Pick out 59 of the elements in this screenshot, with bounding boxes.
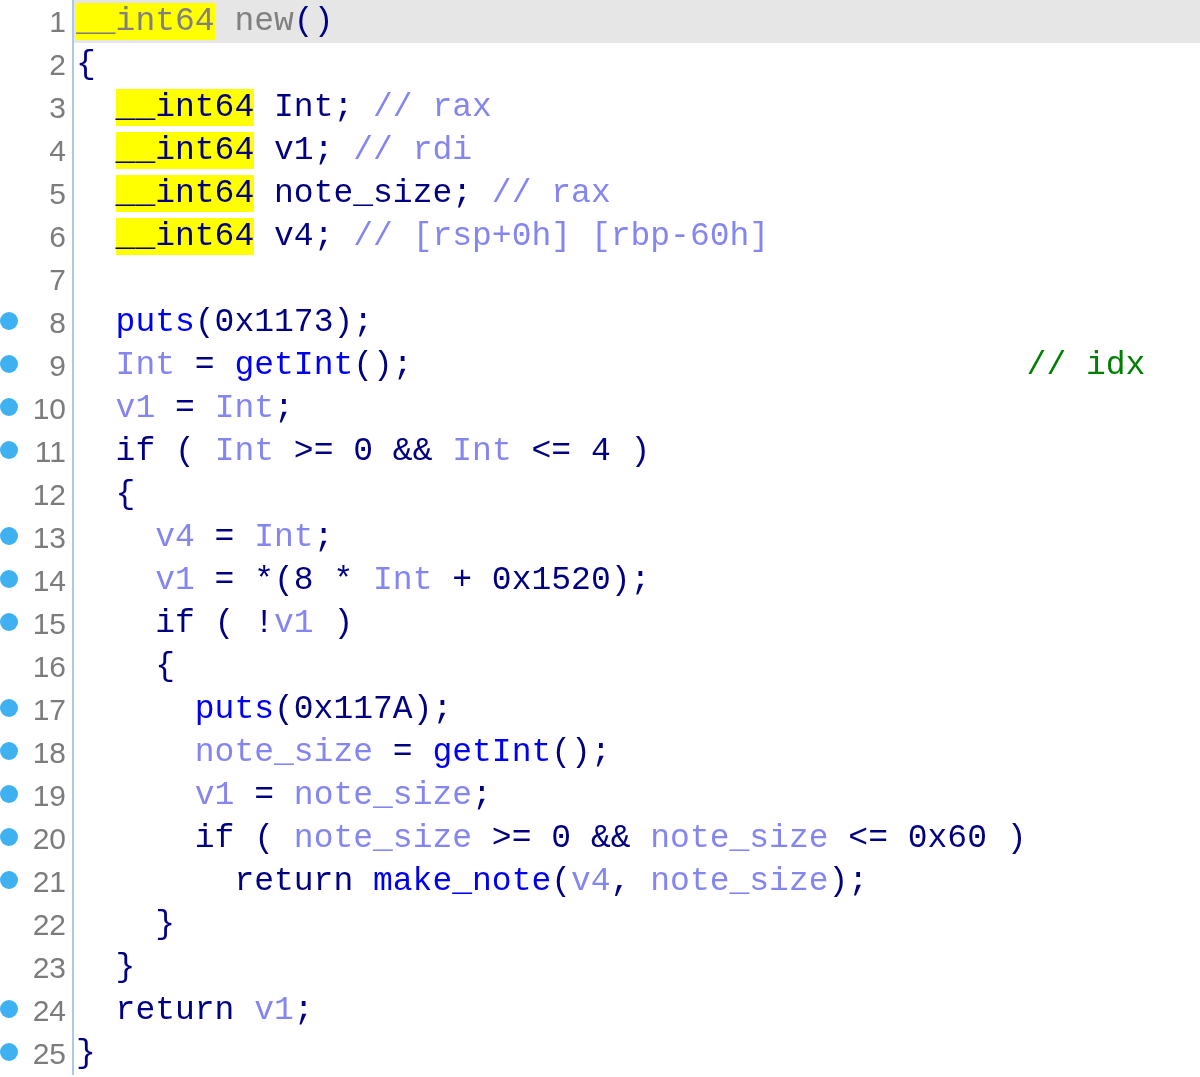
line-number: 6 [49,221,66,252]
code-line: { [155,646,175,687]
code-line: puts(0x117A); [194,689,453,730]
code-line: v1 = Int; [115,388,294,429]
breakpoint-icon[interactable] [0,570,18,588]
code-line: } [155,904,175,945]
code-line: if ( !v1 ) [155,603,354,644]
code-line: v1 = note_size; [194,775,492,816]
line-number: 17 [32,694,66,725]
line-number: 19 [32,780,66,811]
breakpoint-icon[interactable] [0,613,18,631]
line-number: 9 [49,350,66,381]
line-number: 5 [49,178,66,209]
breakpoint-icon[interactable] [0,441,18,459]
line-number: 15 [32,608,66,639]
line-number: 10 [32,393,66,424]
breakpoint-icon[interactable] [0,699,18,717]
code-line: } [115,947,136,988]
code-line: Int = getInt(); // idx [115,345,1146,386]
line-number: 16 [32,651,66,682]
breakpoint-icon[interactable] [0,828,18,846]
line-number: 13 [32,522,66,553]
code-line: return v1; [115,990,314,1031]
code-line: { [115,474,136,515]
breakpoint-icon[interactable] [0,785,18,803]
line-number: 4 [49,135,66,166]
line-number: 25 [32,1038,66,1069]
code-line: if ( note_size >= 0 && note_size <= 0x60 ) [194,818,1027,859]
line-number: 20 [32,823,66,854]
line-number: 14 [32,565,66,596]
breakpoint-icon[interactable] [0,871,18,889]
line-number: 3 [49,92,66,123]
breakpoint-icon[interactable] [0,742,18,760]
code-line: __int64 new() [76,1,334,42]
code-line: v1 = *(8 * Int + 0x1520); [155,560,651,601]
line-number: 11 [34,436,66,467]
line-number: 22 [32,909,66,940]
code-line: puts(0x1173); [115,302,374,343]
line-number: 18 [32,737,66,768]
code-line: if ( Int >= 0 && Int <= 4 ) [115,431,651,472]
line-number: 21 [32,866,66,897]
code-line: v4 = Int; [155,517,334,558]
line-number: 23 [32,952,66,983]
breakpoint-icon[interactable] [0,355,18,373]
breakpoint-icon[interactable] [0,1043,18,1061]
line-number: 1 [49,6,66,37]
breakpoint-icon[interactable] [0,527,18,545]
line-number: 12 [32,479,66,510]
line-number: 8 [49,307,66,338]
line-number: 2 [49,49,66,80]
code-line: { [76,44,96,85]
line-number: 7 [49,264,66,295]
breakpoint-icon[interactable] [0,1000,18,1018]
code-line: } [76,1033,96,1074]
breakpoint-icon[interactable] [0,398,18,416]
code-line: note_size = getInt(); [194,732,611,773]
line-number: 24 [32,995,66,1026]
code-line: return make_note(v4, note_size); [234,861,869,902]
breakpoint-icon[interactable] [0,312,18,330]
